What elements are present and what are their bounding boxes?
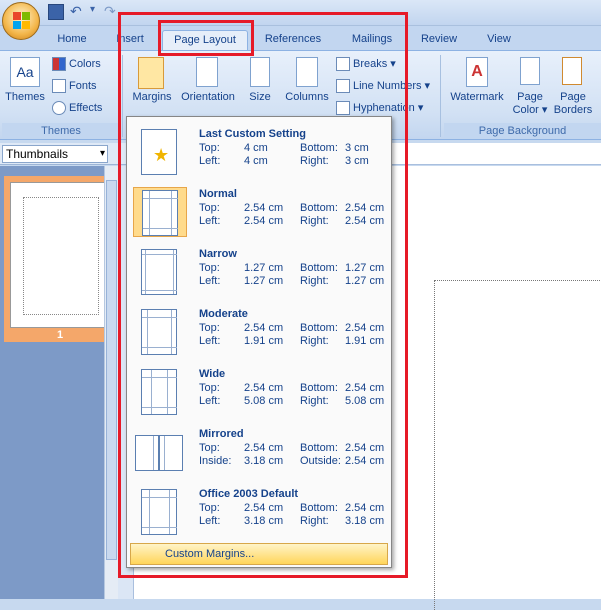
thumbnail-page: [10, 182, 110, 328]
fonts-label: Fonts: [69, 80, 97, 92]
themes-button[interactable]: Themes: [2, 91, 48, 103]
effects-label: Effects: [69, 102, 103, 114]
colors-icon: [52, 57, 66, 72]
page-thumbnail[interactable]: 1: [4, 176, 116, 342]
watermark-icon: A: [466, 57, 488, 87]
watermark-button[interactable]: Watermark: [446, 91, 508, 103]
fonts-button[interactable]: Fonts: [52, 77, 97, 95]
save-icon[interactable]: [48, 4, 64, 20]
horizontal-ruler[interactable]: [390, 143, 601, 165]
effects-icon: [52, 101, 66, 116]
page-color-button[interactable]: Page Color ▾: [510, 91, 550, 117]
effects-button[interactable]: Effects: [52, 99, 102, 117]
chevron-down-icon: ▾: [99, 148, 105, 159]
thumbnails-pane: 1: [0, 166, 118, 599]
colors-button[interactable]: Colors: [52, 55, 101, 73]
thumbnails-bar: Thumbnails ▾: [0, 143, 130, 165]
page-borders-icon: [562, 57, 582, 85]
tab-home[interactable]: Home: [44, 30, 100, 50]
margins-highlight: [118, 12, 408, 578]
office-button[interactable]: [2, 2, 40, 40]
page-color-icon: [520, 57, 540, 85]
page-color-label-line1: Page: [517, 91, 543, 103]
undo-icon[interactable]: ↶: [70, 4, 86, 20]
thumbnails-select[interactable]: Thumbnails ▾: [2, 145, 108, 163]
thumbnails-scrollbar[interactable]: [104, 166, 118, 599]
thumbnails-select-value: Thumbnails: [6, 147, 69, 161]
office-logo-icon: [13, 12, 31, 30]
colors-label: Colors: [69, 58, 101, 70]
page-borders-label-line2: Borders: [553, 104, 593, 116]
page-margin-guide: [434, 280, 601, 610]
page-borders-label-line1: Page: [560, 91, 586, 103]
page-borders-button[interactable]: Page Borders: [550, 91, 596, 117]
page-background-group-label: Page Background: [444, 123, 601, 139]
fonts-icon: [52, 79, 66, 94]
themes-group-label: Themes: [2, 123, 120, 139]
themes-icon: Aa: [10, 57, 40, 87]
tab-review[interactable]: Review: [412, 30, 466, 50]
group-divider: [440, 55, 441, 137]
tab-view[interactable]: View: [474, 30, 524, 50]
thumbnail-page-number: 1: [56, 329, 64, 341]
scroll-thumb[interactable]: [106, 180, 117, 560]
page-color-label-line2: Color ▾: [512, 104, 548, 116]
